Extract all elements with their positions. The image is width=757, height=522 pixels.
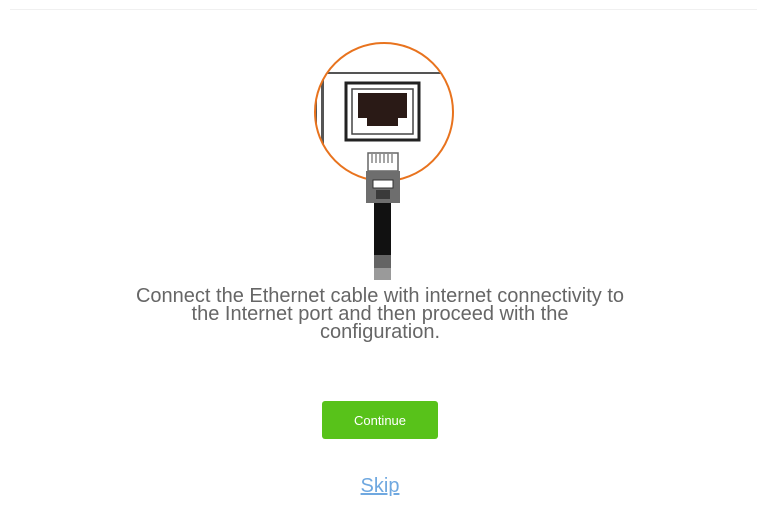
ethernet-port-icon	[344, 81, 421, 142]
cable-icon	[374, 203, 391, 255]
rj45-plug-icon	[366, 152, 400, 203]
instruction-text: Connect the Ethernet cable with internet…	[80, 286, 680, 343]
skip-link[interactable]: Skip	[330, 475, 430, 498]
connect-cable-page: Connect the Ethernet cable with internet…	[0, 0, 757, 522]
continue-button[interactable]: Continue	[322, 401, 438, 439]
ethernet-port-with-cable-icon	[314, 42, 454, 280]
instruction-line-3: configuration.	[319, 321, 441, 343]
